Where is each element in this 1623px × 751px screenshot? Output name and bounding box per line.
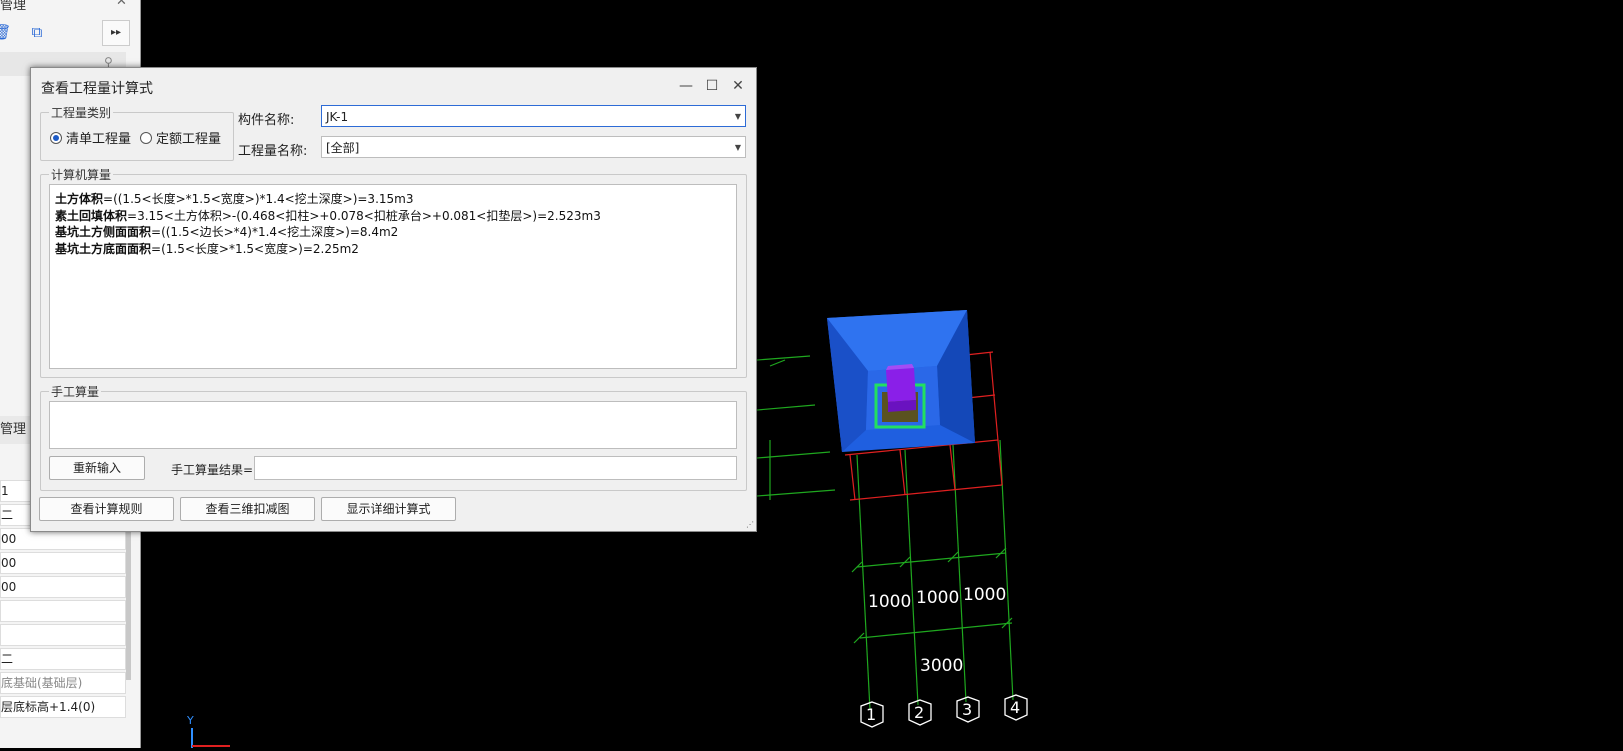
reinput-button[interactable]: 重新输入 xyxy=(49,456,145,480)
property-row[interactable]: 00 xyxy=(0,552,126,574)
chevron-down-icon: ▼ xyxy=(734,143,741,152)
radio-quota-quantity[interactable]: 定额工程量 xyxy=(140,128,221,147)
group-label: 工程量类别 xyxy=(49,104,114,121)
manual-result-input[interactable] xyxy=(254,456,737,480)
close-icon[interactable]: ✕ xyxy=(116,0,127,9)
formula-line: 基坑土方侧面面积=((1.5<边长>*4)*1.4<挖土深度>)=8.4m2 xyxy=(55,225,399,239)
minimize-icon[interactable]: — xyxy=(675,76,697,96)
computer-calc-textarea[interactable]: 土方体积=((1.5<长度>*1.5<宽度>)*1.4<挖土深度>)=3.15m… xyxy=(49,184,737,369)
dimension-label: 1000 xyxy=(916,588,959,608)
component-name-select[interactable]: JK-1 ▼ xyxy=(321,105,746,127)
axis-label: 2 xyxy=(914,703,924,722)
property-row[interactable]: 层底标高+1.4(0) xyxy=(0,696,126,718)
computer-calc-group: 计算机算量 土方体积=((1.5<长度>*1.5<宽度>)*1.4<挖土深度>)… xyxy=(40,166,747,378)
resize-grip-icon[interactable]: ⋰ xyxy=(746,520,754,529)
formula-line: 土方体积=((1.5<长度>*1.5<宽度>)*1.4<挖土深度>)=3.15m… xyxy=(55,192,414,206)
dimension-label: 1000 xyxy=(868,592,911,612)
view-rules-button[interactable]: 查看计算规则 xyxy=(39,497,174,521)
formula-line: 基坑土方底面面积=(1.5<长度>*1.5<宽度>)=2.25m2 xyxy=(55,242,359,256)
quantity-name-label: 工程量名称: xyxy=(238,144,308,159)
radio-unchecked-icon xyxy=(140,131,152,144)
group-label: 手工算量 xyxy=(49,383,102,400)
quantity-name-select[interactable]: [全部] ▼ xyxy=(321,136,746,158)
property-row[interactable]: 底基础(基础层) xyxy=(0,672,126,694)
dimension-label: 1000 xyxy=(963,585,1006,605)
radio-bill-quantity[interactable]: 清单工程量 xyxy=(50,128,131,147)
dimension-label: 3000 xyxy=(920,656,963,676)
property-row[interactable]: 二 xyxy=(0,648,126,670)
quantity-formula-dialog: 查看工程量计算式 — ☐ ✕ 工程量类别 清单工程量 定额工程量 构件名称: J… xyxy=(30,67,757,532)
copy-icon[interactable]: ⧉ xyxy=(27,22,47,42)
group-label: 计算机算量 xyxy=(49,166,114,183)
property-row[interactable]: 00 xyxy=(0,576,126,598)
property-row[interactable] xyxy=(0,624,126,646)
manual-calc-textarea[interactable] xyxy=(49,401,737,449)
axis-label: 4 xyxy=(1010,698,1020,717)
manual-calc-group: 手工算量 重新输入 手工算量结果= xyxy=(40,383,747,491)
radio-checked-icon xyxy=(50,131,62,144)
quantity-category-group: 工程量类别 清单工程量 定额工程量 xyxy=(40,104,234,161)
axis-label: 3 xyxy=(962,700,972,719)
more-button[interactable]: ▸▸ xyxy=(102,20,130,46)
axis-label: 1 xyxy=(866,705,876,724)
component-name-label: 构件名称: xyxy=(238,113,295,128)
close-icon[interactable]: ✕ xyxy=(727,76,749,96)
axis-y-label: Y xyxy=(186,714,194,727)
delete-icon[interactable]: 🗑 xyxy=(0,22,12,42)
view-3d-deduction-button[interactable]: 查看三维扣减图 xyxy=(180,497,315,521)
dialog-title: 查看工程量计算式 xyxy=(41,81,153,97)
maximize-icon[interactable]: ☐ xyxy=(701,76,723,96)
show-detail-formula-button[interactable]: 显示详细计算式 xyxy=(321,497,456,521)
manual-result-label: 手工算量结果= xyxy=(171,463,254,477)
formula-line: 素土回填体积=3.15<土方体积>-(0.468<扣柱>+0.078<扣桩承台>… xyxy=(55,209,601,223)
chevron-down-icon: ▼ xyxy=(734,112,741,121)
left-panel-title: 管理 xyxy=(0,0,27,13)
property-row[interactable] xyxy=(0,600,126,622)
